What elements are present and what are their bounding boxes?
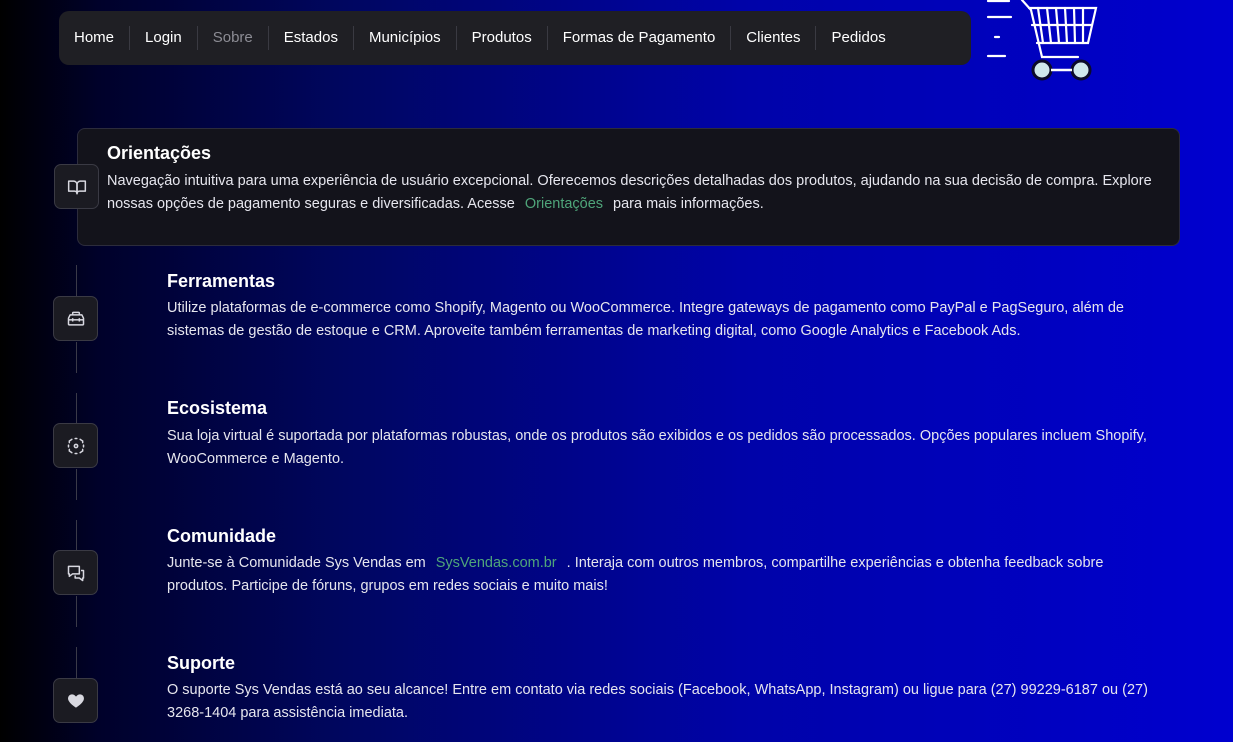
top-navbar: Home Login Sobre Estados Municípios Prod… — [59, 11, 971, 65]
timeline-connector — [76, 393, 77, 424]
nav-produtos[interactable]: Produtos — [457, 26, 548, 50]
shopping-cart-icon — [986, 0, 1098, 81]
timeline-connector — [76, 469, 77, 500]
ecosistema-icon-box — [53, 423, 98, 468]
comunidade-title: Comunidade — [167, 526, 277, 546]
ferramentas-icon-box — [53, 296, 98, 341]
ferramentas-text: Utilize plataformas de e-commerce como S… — [167, 300, 1124, 339]
nav-home[interactable]: Home — [59, 26, 131, 50]
orientacoes-icon-box — [54, 164, 99, 209]
nav-estados[interactable]: Estados — [269, 26, 354, 50]
timeline-connector — [76, 265, 77, 296]
nav-pedidos[interactable]: Pedidos — [816, 26, 900, 50]
ecosistema-text: Sua loja virtual é suportada por platafo… — [167, 428, 1147, 467]
ecosistema-title: Ecosistema — [167, 398, 268, 418]
orientacoes-text: Navegação intuitiva para uma experiência… — [107, 170, 1157, 216]
timeline-connector — [76, 342, 77, 373]
timeline-connector — [76, 596, 77, 627]
heart-icon — [67, 693, 84, 708]
ferramentas-title: Ferramentas — [167, 271, 276, 291]
comunidade-text: Junte-se à Comunidade Sys Vendas em SysVe… — [167, 552, 1167, 598]
book-icon — [67, 179, 86, 194]
nav-clientes[interactable]: Clientes — [731, 26, 817, 50]
toolbox-icon — [67, 311, 84, 326]
nav-login[interactable]: Login — [130, 26, 198, 50]
orientacoes-link[interactable]: Orientações — [525, 196, 603, 212]
nav-sobre[interactable]: Sobre — [198, 26, 269, 50]
orientacoes-title: Orientações — [107, 143, 212, 163]
suporte-icon-box — [53, 678, 98, 723]
nav-municipios[interactable]: Municípios — [354, 26, 457, 50]
comunidade-icon-box — [53, 550, 98, 595]
ecosystem-icon — [67, 437, 84, 454]
sysvendas-link[interactable]: SysVendas.com.br — [436, 555, 557, 571]
suporte-title: Suporte — [167, 653, 236, 673]
suporte-text: O suporte Sys Vendas está ao seu alcance… — [167, 682, 1148, 721]
chat-icon — [67, 565, 84, 581]
comunidade-text-before: Junte-se à Comunidade Sys Vendas em — [167, 555, 426, 571]
timeline-connector — [76, 520, 77, 551]
orientacoes-text-after: para mais informações. — [613, 196, 764, 212]
nav-formas-pagamento[interactable]: Formas de Pagamento — [548, 26, 732, 50]
timeline-connector — [76, 647, 77, 678]
